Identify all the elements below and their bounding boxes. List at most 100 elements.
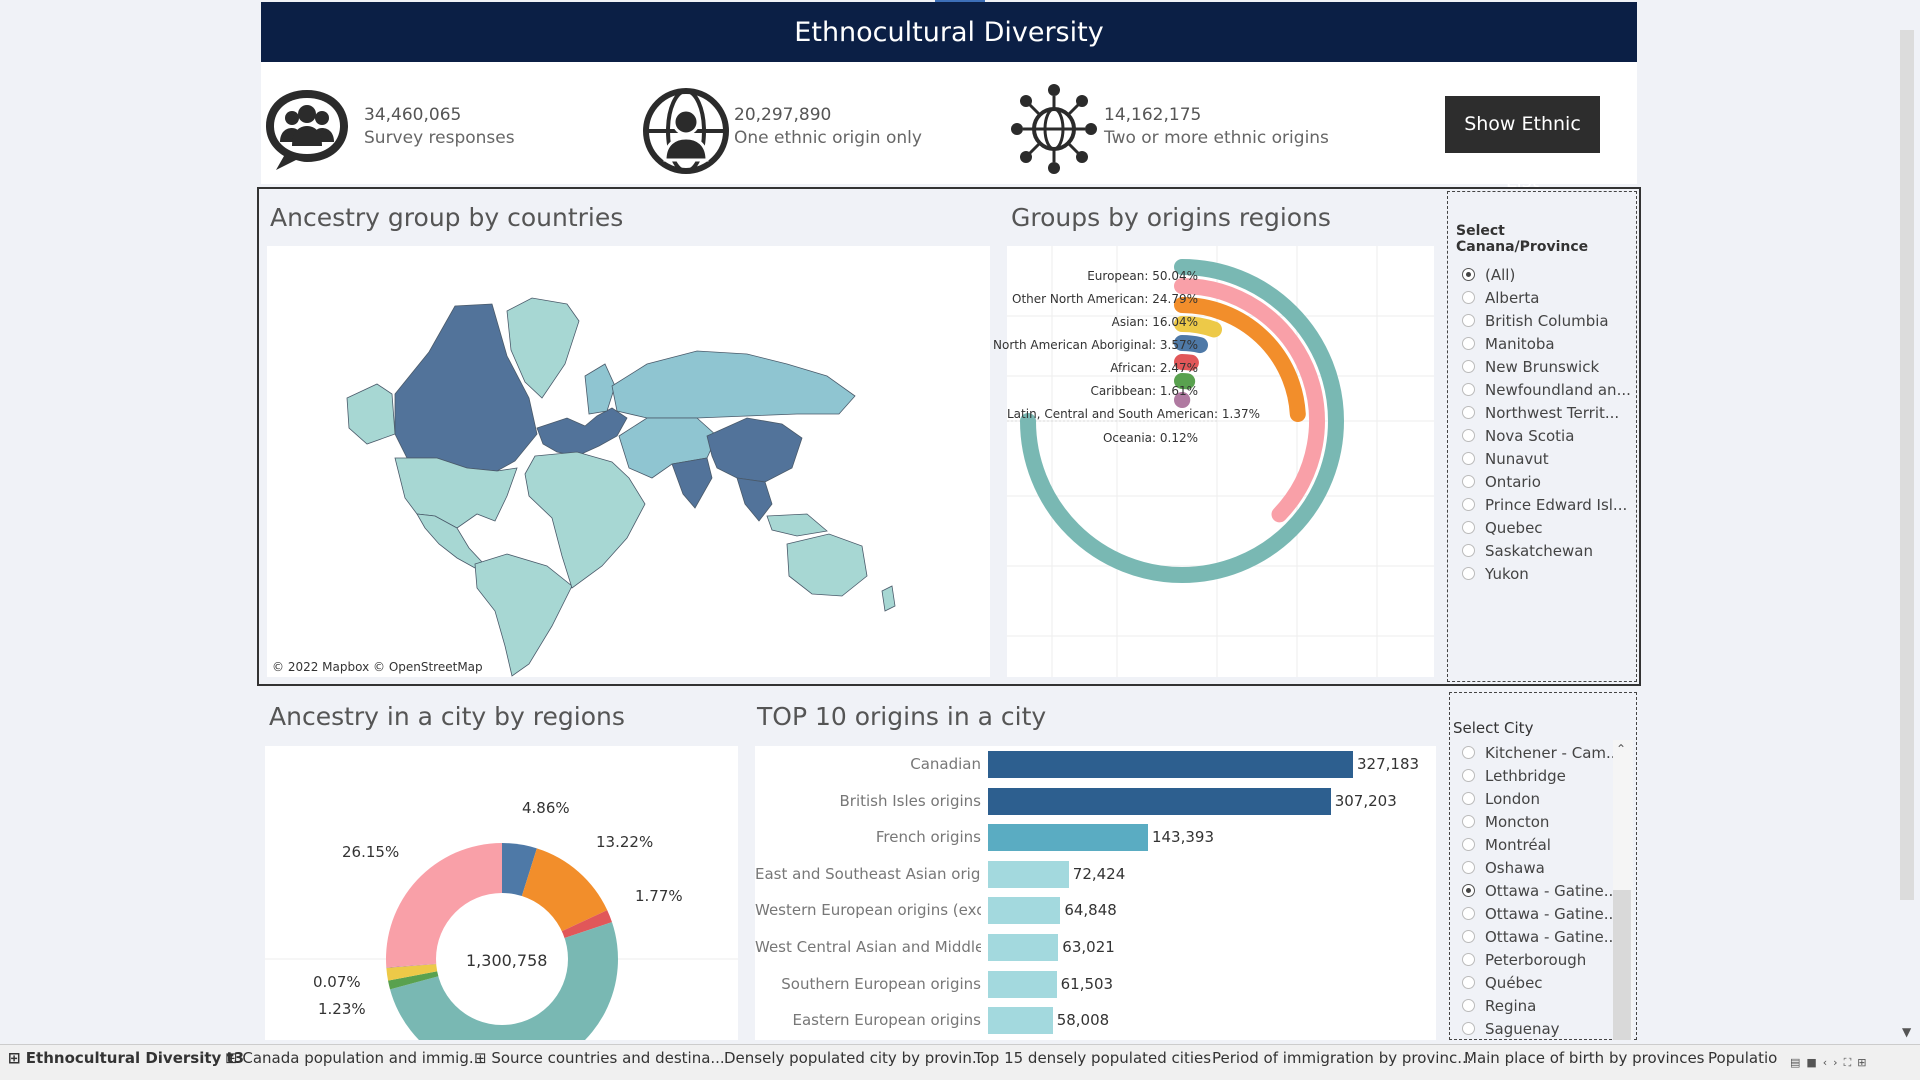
province-option[interactable]: Manitoba <box>1462 332 1636 355</box>
city-option[interactable]: Ottawa - Gatine... <box>1462 879 1636 902</box>
radio-button-icon[interactable] <box>1462 544 1475 557</box>
province-option[interactable]: Newfoundland an... <box>1462 378 1636 401</box>
province-option-label: Prince Edward Isl... <box>1485 495 1628 514</box>
sheet-tab[interactable]: Period of immigration by provinc... <box>1212 1049 1472 1067</box>
kpi-value-multi-origin: 14,162,175 <box>1104 105 1202 125</box>
radio-button-icon[interactable] <box>1462 746 1475 759</box>
bar-category-label: Eastern European origins <box>792 1011 981 1030</box>
province-filter-title: Select Canana/Province <box>1456 223 1589 255</box>
bar-3[interactable] <box>988 860 1069 888</box>
city-option[interactable]: Ottawa - Gatine... <box>1462 902 1636 925</box>
tab-nav-controls-icon[interactable]: ▤■‹›⛶⊞ <box>1790 1056 1873 1070</box>
province-option[interactable]: (All) <box>1462 263 1636 286</box>
map-region-alaska <box>346 383 396 445</box>
province-option[interactable]: Alberta <box>1462 286 1636 309</box>
province-option[interactable]: New Brunswick <box>1462 355 1636 378</box>
sheet-tab-label: Period of immigration by provinc... <box>1212 1049 1472 1067</box>
bar-2[interactable] <box>988 824 1148 852</box>
city-option[interactable]: Peterborough <box>1462 948 1636 971</box>
page-scrollbar[interactable] <box>1900 30 1914 900</box>
city-scroll-thumb[interactable] <box>1613 890 1631 1040</box>
radio-button-icon[interactable] <box>1462 475 1475 488</box>
grid-icon: ⊞ <box>474 1049 492 1067</box>
city-option[interactable]: London <box>1462 787 1636 810</box>
province-option[interactable]: Nunavut <box>1462 447 1636 470</box>
sheet-tab[interactable]: ⊞ Source countries and destina... <box>474 1049 725 1067</box>
province-option[interactable]: British Columbia <box>1462 309 1636 332</box>
city-option[interactable]: Regina <box>1462 994 1636 1017</box>
city-option[interactable]: Kitchener - Cam... <box>1462 741 1636 764</box>
radio-button-icon[interactable] <box>1462 930 1475 943</box>
radio-button-icon[interactable] <box>1462 792 1475 805</box>
scroll-up-arrow-icon[interactable]: ⌃ <box>1616 742 1626 756</box>
city-option[interactable]: Lethbridge <box>1462 764 1636 787</box>
province-option-list: (All) Alberta British Columbia Manitoba New … <box>1462 263 1636 585</box>
group-chat-icon <box>266 90 348 170</box>
sheet-tab[interactable]: ⊞ Ethnocultural Diversity t3 <box>8 1049 244 1067</box>
radio-button-icon[interactable] <box>1462 769 1475 782</box>
radio-button-icon[interactable] <box>1462 815 1475 828</box>
city-option[interactable]: Ottawa - Gatine... <box>1462 925 1636 948</box>
province-option[interactable]: Prince Edward Isl... <box>1462 493 1636 516</box>
city-option[interactable]: Moncton <box>1462 810 1636 833</box>
radio-button-icon[interactable] <box>1462 268 1475 281</box>
radio-button-icon[interactable] <box>1462 521 1475 534</box>
sheet-tab[interactable]: Main place of birth by provinces <box>1464 1049 1704 1067</box>
sheet-tab[interactable]: Densely populated city by provin... <box>724 1049 986 1067</box>
province-option[interactable]: Nova Scotia <box>1462 424 1636 447</box>
bar-5[interactable] <box>988 934 1059 961</box>
radial-label-latin-american: Latin, Central and South American: 1.37% <box>1007 407 1260 421</box>
city-filter-title: Select City <box>1453 719 1534 737</box>
sheet-tab-label: Canada population and immig... <box>242 1049 484 1067</box>
radio-button-icon[interactable] <box>1462 498 1475 511</box>
radio-button-icon[interactable] <box>1462 406 1475 419</box>
donut-title: Ancestry in a city by regions <box>269 702 625 731</box>
bar-4[interactable] <box>988 897 1061 925</box>
radio-button-icon[interactable] <box>1462 360 1475 373</box>
radio-button-icon[interactable] <box>1462 1022 1475 1035</box>
radio-button-icon[interactable] <box>1462 953 1475 966</box>
sheet-tab[interactable]: Populatio <box>1708 1049 1777 1067</box>
bar-7[interactable] <box>988 1007 1053 1035</box>
province-option[interactable]: Yukon <box>1462 562 1636 585</box>
city-option[interactable]: Saguenay <box>1462 1017 1636 1039</box>
bar-6[interactable] <box>988 970 1057 998</box>
province-option[interactable]: Saskatchewan <box>1462 539 1636 562</box>
city-option-label: Ottawa - Gatine... <box>1485 927 1619 946</box>
bar-0[interactable] <box>988 751 1353 778</box>
map-region-china <box>706 417 803 483</box>
radio-button-icon[interactable] <box>1462 838 1475 851</box>
show-ethnic-list-button[interactable]: Show Ethnic List <box>1445 96 1600 192</box>
sheet-tab[interactable]: ⊞ Canada population and immig... <box>225 1049 483 1067</box>
province-option[interactable]: Quebec <box>1462 516 1636 539</box>
province-option[interactable]: Northwest Territ... <box>1462 401 1636 424</box>
radio-button-icon[interactable] <box>1462 452 1475 465</box>
radio-button-icon[interactable] <box>1462 383 1475 396</box>
city-option[interactable]: Oshawa <box>1462 856 1636 879</box>
bar-category-label: West Central Asian and Middle.. <box>755 938 981 956</box>
radio-button-icon[interactable] <box>1462 337 1475 350</box>
radio-button-icon[interactable] <box>1462 291 1475 304</box>
radio-button-icon[interactable] <box>1462 314 1475 327</box>
sheet-tab-label: Main place of birth by provinces <box>1464 1049 1705 1067</box>
province-option-label: Nunavut <box>1485 449 1549 468</box>
map-region-russia <box>611 350 856 419</box>
city-option[interactable]: Québec <box>1462 971 1636 994</box>
donut-label-5: 0.07% <box>313 973 361 991</box>
kpi-label-one-origin: One ethnic origin only <box>734 128 922 148</box>
city-option[interactable]: Montréal <box>1462 833 1636 856</box>
radio-button-icon[interactable] <box>1462 884 1475 897</box>
sheet-tab[interactable]: Top 15 densely populated cities <box>974 1049 1211 1067</box>
radio-button-icon[interactable] <box>1462 861 1475 874</box>
radio-button-icon[interactable] <box>1462 976 1475 989</box>
radio-button-icon[interactable] <box>1462 907 1475 920</box>
province-option[interactable]: Ontario <box>1462 470 1636 493</box>
sheet-tab-label: Ethnocultural Diversity t3 <box>25 1049 245 1067</box>
radio-button-icon[interactable] <box>1462 999 1475 1012</box>
world-map[interactable] <box>267 246 990 677</box>
bar-1[interactable] <box>988 787 1331 815</box>
page-scroll-down-icon[interactable]: ▼ <box>1902 1025 1911 1039</box>
radio-button-icon[interactable] <box>1462 567 1475 580</box>
radio-button-icon[interactable] <box>1462 429 1475 442</box>
bar-value-label: 58,008 <box>1056 1011 1110 1030</box>
